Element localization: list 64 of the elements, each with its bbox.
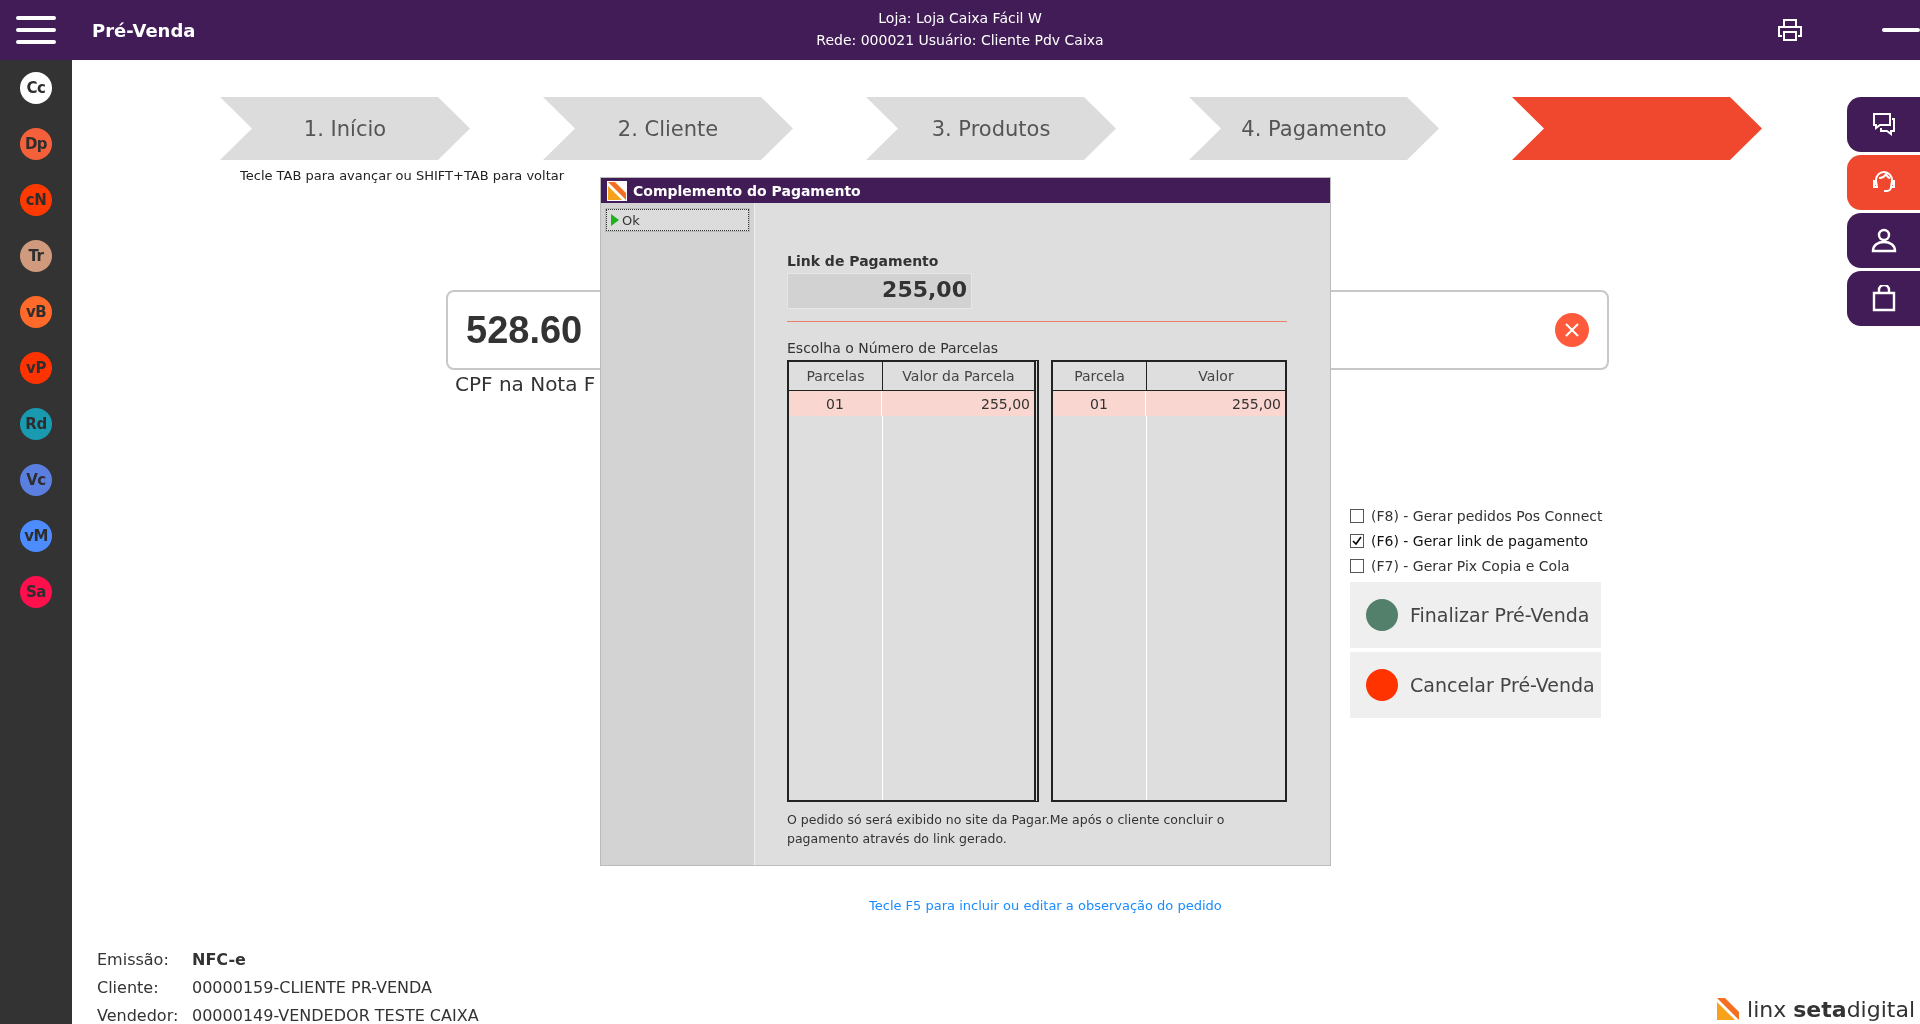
play-icon bbox=[611, 214, 619, 226]
sidebar-shortcut[interactable]: Sa bbox=[20, 576, 52, 608]
side-tab[interactable] bbox=[1847, 97, 1920, 152]
side-tab[interactable] bbox=[1847, 213, 1920, 268]
observation-link[interactable]: Tecle F5 para incluir ou editar a observação do pedido bbox=[869, 898, 1222, 913]
info-value: NFC-e bbox=[192, 949, 246, 971]
column-header: Parcela bbox=[1073, 367, 1126, 386]
checkbox[interactable] bbox=[1350, 508, 1364, 523]
network-user-text: Rede: 000021 Usuário: Cliente Pdv Caixa bbox=[816, 31, 1104, 50]
table-cell: 01 bbox=[1053, 391, 1146, 416]
side-tab[interactable] bbox=[1847, 271, 1920, 326]
table-row[interactable]: 01 255,00 bbox=[1053, 391, 1285, 416]
checkbox[interactable] bbox=[1350, 533, 1364, 548]
section-label: Escolha o Número de Parcelas bbox=[787, 339, 999, 358]
logo-icon bbox=[607, 180, 627, 201]
info-value: 00000159-CLIENTE PR-VENDA bbox=[192, 977, 433, 999]
option-label: (F8) - Gerar pedidos Pos Connect bbox=[1371, 507, 1603, 524]
sidebar-shortcut[interactable]: Tr bbox=[20, 240, 52, 272]
menu-icon[interactable] bbox=[16, 15, 56, 45]
action-button[interactable]: Cancelar Pré-Venda bbox=[1350, 652, 1601, 718]
info-label: Emissão: bbox=[97, 949, 170, 971]
cpf-label: CPF na Nota F bbox=[455, 372, 596, 396]
chat-icon bbox=[1870, 111, 1897, 138]
sidebar-shortcut[interactable]: vB bbox=[20, 296, 52, 328]
table-cell-text: 255,00 bbox=[980, 394, 1031, 414]
dialog-title: Complemento do Pagamento bbox=[633, 182, 861, 199]
keyboard-hint: Tecle TAB para avançar ou SHIFT+TAB para voltar bbox=[240, 168, 565, 183]
table-cell-text: 255,00 bbox=[1231, 394, 1282, 414]
option-label: (F6) - Gerar link de pagamento bbox=[1371, 532, 1589, 549]
brand-name: linx setadigital bbox=[1747, 996, 1915, 1022]
logo-icon bbox=[1715, 996, 1742, 1022]
column-header: Parcelas bbox=[805, 367, 866, 386]
step-tab[interactable]: 2. Cliente bbox=[543, 97, 793, 160]
ok-button[interactable]: Ok bbox=[606, 209, 749, 231]
checkbox[interactable] bbox=[1350, 558, 1364, 573]
info-label: Vendedor: bbox=[97, 1005, 180, 1024]
info-label: Cliente: bbox=[97, 977, 160, 999]
sidebar-shortcut[interactable]: Rd bbox=[20, 408, 52, 440]
page-title: Pré-Venda bbox=[92, 19, 196, 41]
step-tab[interactable]: 1. Início bbox=[220, 97, 470, 160]
shopping-bag-icon bbox=[1870, 285, 1897, 312]
table-cell: 01 bbox=[789, 391, 882, 416]
action-button[interactable]: Finalizar Pré-Venda bbox=[1350, 582, 1601, 648]
table-row[interactable]: 01 255,00 bbox=[789, 391, 1034, 416]
sidebar-shortcut[interactable]: vM bbox=[20, 520, 52, 552]
info-note: O pedido só será exibido no site da Pagar.Me após o cliente concluir o pagamento através do link gerado. bbox=[787, 811, 1226, 848]
user-icon bbox=[1870, 227, 1897, 254]
sidebar-shortcut[interactable]: Cc bbox=[20, 72, 52, 104]
minimize-icon[interactable] bbox=[1882, 28, 1920, 32]
step-tab[interactable]: 3. Produtos bbox=[866, 97, 1116, 160]
sidebar-shortcut[interactable]: vP bbox=[20, 352, 52, 384]
field-label: Link de Pagamento bbox=[787, 253, 939, 269]
info-value: 00000149-VENDEDOR TESTE CAIXA bbox=[192, 1005, 479, 1024]
option-label: (F7) - Gerar Pix Copia e Cola bbox=[1371, 557, 1570, 574]
sidebar-shortcut[interactable]: cN bbox=[20, 184, 52, 216]
sidebar-shortcut[interactable]: Vc bbox=[20, 464, 52, 496]
step-tab[interactable]: 4. Pagamento bbox=[1189, 97, 1439, 160]
print-icon[interactable] bbox=[1778, 19, 1802, 41]
clear-icon[interactable] bbox=[1555, 313, 1589, 347]
amount-display: 255,00 bbox=[787, 273, 972, 309]
sidebar-shortcut[interactable]: Dp bbox=[20, 128, 52, 160]
column-header: Valor da Parcela bbox=[882, 362, 1034, 390]
column-header: Valor bbox=[1146, 362, 1285, 390]
store-text: Loja: Loja Caixa Fácil W bbox=[878, 9, 1042, 28]
